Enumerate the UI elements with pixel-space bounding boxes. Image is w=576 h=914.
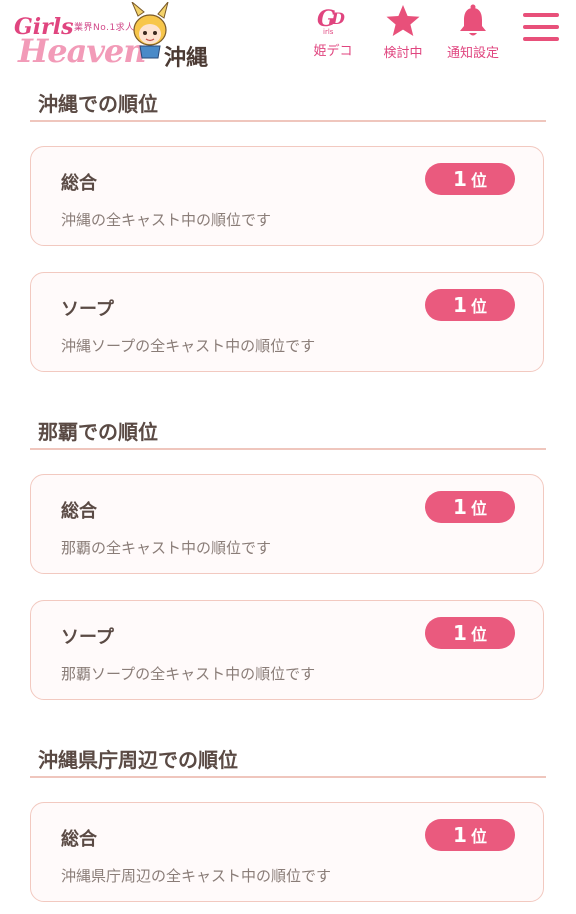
menu-button[interactable]: [518, 10, 564, 50]
rank-unit: 位: [470, 499, 487, 518]
notification-settings-button[interactable]: 通知設定: [440, 4, 506, 66]
favorites-label: 検討中: [383, 46, 423, 61]
page: 業界No.1求人サイト Girls Heaven 沖縄 G D irls 姫デコ: [0, 0, 576, 914]
rank-unit: 位: [470, 625, 487, 644]
site-logo[interactable]: 業界No.1求人サイト Girls Heaven 沖縄: [12, 2, 222, 71]
favorites-button[interactable]: 検討中: [376, 4, 430, 66]
section-title: 沖縄県庁周辺での順位: [38, 748, 238, 772]
section-title: 沖縄での順位: [38, 92, 158, 116]
rank-number: 1: [453, 293, 467, 317]
menu-icon: [523, 13, 559, 41]
card-title: 総合: [61, 173, 97, 194]
hime-deco-label: 姫デコ: [313, 44, 353, 59]
card-title: ソープ: [61, 627, 114, 648]
hime-deco-icon: G D irls: [317, 6, 345, 36]
card-description: 那覇の全キャスト中の順位です: [61, 539, 272, 557]
card-description: 沖縄県庁周辺の全キャスト中の順位です: [61, 867, 332, 885]
rank-card: 総合 1位 沖縄県庁周辺の全キャスト中の順位です: [30, 802, 544, 902]
rank-number: 1: [453, 621, 467, 645]
section-divider: [30, 448, 546, 450]
star-icon: [386, 5, 420, 36]
rank-unit: 位: [470, 827, 487, 846]
rank-card: ソープ 1位 那覇ソープの全キャスト中の順位です: [30, 600, 544, 700]
rank-card: 総合 1位 沖縄の全キャスト中の順位です: [30, 146, 544, 246]
notification-settings-label: 通知設定: [446, 46, 499, 61]
card-title: 総合: [61, 501, 97, 522]
rank-unit: 位: [470, 171, 487, 190]
rank-badge: 1位: [425, 163, 515, 195]
rank-badge: 1位: [425, 617, 515, 649]
card-description: 沖縄の全キャスト中の順位です: [61, 211, 272, 229]
rank-badge: 1位: [425, 491, 515, 523]
rank-number: 1: [453, 495, 467, 519]
rank-unit: 位: [470, 297, 487, 316]
rank-badge: 1位: [425, 289, 515, 321]
bell-icon: [460, 4, 486, 36]
card-description: 那覇ソープの全キャスト中の順位です: [61, 665, 316, 683]
header: 業界No.1求人サイト Girls Heaven 沖縄 G D irls 姫デコ: [0, 0, 576, 78]
section-divider: [30, 120, 546, 122]
card-title: 総合: [61, 829, 97, 850]
svg-text:irls: irls: [323, 28, 334, 36]
hime-deco-button[interactable]: G D irls 姫デコ: [306, 4, 360, 66]
rank-number: 1: [453, 823, 467, 847]
rank-card: 総合 1位 那覇の全キャスト中の順位です: [30, 474, 544, 574]
rank-card: ソープ 1位 沖縄ソープの全キャスト中の順位です: [30, 272, 544, 372]
area-name: 沖縄: [164, 46, 209, 71]
section-title: 那覇での順位: [38, 420, 158, 444]
card-description: 沖縄ソープの全キャスト中の順位です: [61, 337, 316, 355]
section-divider: [30, 776, 546, 778]
rank-number: 1: [453, 167, 467, 191]
card-title: ソープ: [61, 299, 114, 320]
rank-badge: 1位: [425, 819, 515, 851]
svg-text:D: D: [330, 9, 345, 28]
